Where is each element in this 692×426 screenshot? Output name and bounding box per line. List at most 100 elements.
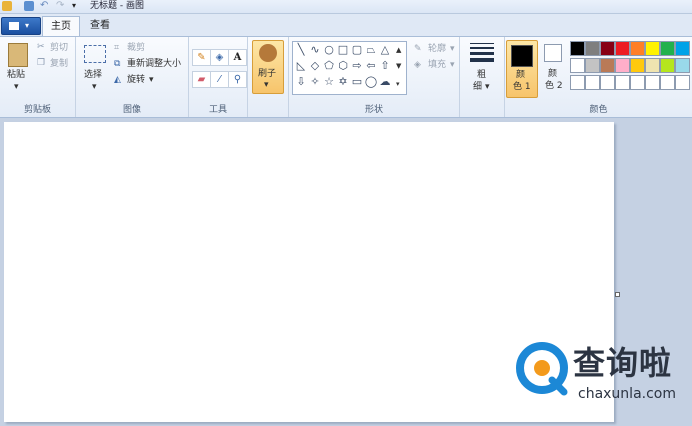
clipboard-group: 粘贴 ▾ ✂ 剪切 ❐ 复制 剪贴板 [0,37,76,117]
callout-oval-shape-icon[interactable]: ◯ [364,76,378,88]
tools-group: ✎ ◈ A ▰ ⁄ ⚲ 工具 [189,37,248,117]
tab-home[interactable]: 主页 [42,16,80,36]
brushes-group: 刷子 ▾ [248,37,289,117]
brush-icon [259,44,277,62]
palette-swatch[interactable] [645,41,660,56]
chevron-down-icon[interactable]: ▾ [92,81,97,93]
palette-swatch[interactable] [570,58,585,73]
pencil-icon[interactable]: ✎ [192,49,211,66]
color2-label-b: 色 2 [545,81,563,91]
polygon-shape-icon[interactable]: ⏢ [364,44,378,56]
custom-color-slot[interactable] [630,75,645,90]
magnifier-icon[interactable]: ⚲ [228,71,247,88]
custom-color-slot[interactable] [660,75,675,90]
eraser-icon[interactable]: ▰ [192,71,211,88]
palette-swatch[interactable] [675,41,690,56]
palette-swatch[interactable] [585,58,600,73]
palette-swatch[interactable] [660,58,675,73]
custom-color-slot[interactable] [645,75,660,90]
palette-swatch[interactable] [585,41,600,56]
shapes-group-label: 形状 [364,105,383,115]
line-shape-icon[interactable]: ╲ [294,44,308,56]
chevron-down-icon[interactable]: ▾ [450,43,455,55]
outline-button[interactable]: 轮廓 [428,43,446,55]
curve-shape-icon[interactable]: ∿ [308,44,322,56]
palette-swatch[interactable] [615,58,630,73]
paste-icon[interactable] [8,43,28,67]
palette-swatch[interactable] [660,41,675,56]
left-arrow-shape-icon[interactable]: ⇦ [364,60,378,72]
right-arrow-shape-icon[interactable]: ⇨ [350,60,364,72]
size-label-2[interactable]: 细 [473,81,482,93]
color1-button[interactable]: 颜 色 1 [506,40,538,98]
chevron-down-icon[interactable]: ▾ [149,74,154,86]
redo-icon[interactable]: ↷ [56,1,66,11]
five-point-star-shape-icon[interactable]: ☆ [322,76,336,88]
tab-view[interactable]: 查看 [82,16,118,35]
triangle-shape-icon[interactable]: △ [378,44,392,56]
palette-swatch[interactable] [630,41,645,56]
up-arrow-shape-icon[interactable]: ⇧ [378,60,392,72]
customize-quick-access-icon[interactable]: ▾ [72,1,82,11]
custom-color-slot[interactable] [600,75,615,90]
hexagon-shape-icon[interactable]: ⬡ [336,60,350,72]
cut-button[interactable]: 剪切 [50,42,68,54]
chevron-down-icon[interactable]: ▾ [14,81,19,93]
rectangle-shape-icon[interactable]: □ [336,44,350,56]
brushes-button[interactable]: 刷子 ▾ [252,40,284,94]
rotate-button[interactable]: 旋转 [127,74,145,86]
color-picker-icon[interactable]: ⁄ [210,71,229,88]
resize-button[interactable]: 重新调整大小 [127,58,181,70]
resize-handle-right[interactable] [615,292,620,297]
palette-swatch[interactable] [600,58,615,73]
palette-swatch[interactable] [675,58,690,73]
callout-cloud-shape-icon[interactable]: ☁ [378,76,392,88]
custom-color-slot[interactable] [570,75,585,90]
right-triangle-shape-icon[interactable]: ◺ [294,60,308,72]
expand-gallery-icon[interactable]: ▾ [396,78,400,90]
undo-icon[interactable]: ↶ [40,1,50,11]
custom-color-slot[interactable] [585,75,600,90]
chevron-down-icon[interactable]: ▾ [485,81,490,93]
chevron-down-icon[interactable]: ▾ [450,59,455,71]
oval-shape-icon[interactable]: ○ [322,44,336,56]
copy-button[interactable]: 复制 [50,58,68,70]
paste-button[interactable]: 粘贴 [7,69,25,81]
fill-bucket-icon[interactable]: ◈ [210,49,229,66]
title-bar: ↶ ↷ ▾ 无标题 - 画图 [0,0,692,14]
clipboard-group-label: 剪贴板 [23,105,51,115]
text-tool-icon[interactable]: A [228,49,247,66]
colors-group-label: 颜色 [589,105,608,115]
palette-swatch[interactable] [600,41,615,56]
file-menu-button[interactable]: ▾ [1,17,41,35]
tools-group-label: 工具 [208,105,227,115]
color2-button[interactable]: 颜 色 2 [540,40,568,96]
palette-swatch[interactable] [630,58,645,73]
diamond-shape-icon[interactable]: ◇ [308,60,322,72]
resize-icon: ⧉ [114,59,121,69]
color2-label-a: 颜 [548,69,558,79]
palette-swatch[interactable] [645,58,660,73]
scroll-down-icon[interactable]: ▼ [396,60,401,72]
color1-label-a: 颜 [516,70,526,80]
app-icon[interactable] [2,1,12,11]
pentagon-shape-icon[interactable]: ⬠ [322,60,336,72]
six-point-star-shape-icon[interactable]: ✡ [336,76,350,88]
rounded-rectangle-shape-icon[interactable]: ▢ [350,44,364,56]
fill-button[interactable]: 填充 [428,59,446,71]
down-arrow-shape-icon[interactable]: ⇩ [294,76,308,88]
crop-button[interactable]: 裁剪 [127,42,145,54]
palette-swatch[interactable] [570,41,585,56]
size-icon[interactable] [470,43,494,62]
watermark-url: chaxunla.com [578,386,676,402]
custom-color-slot[interactable] [675,75,690,90]
custom-color-slot[interactable] [615,75,630,90]
save-icon[interactable] [24,1,34,11]
select-icon[interactable] [84,45,106,63]
palette-swatch[interactable] [615,41,630,56]
select-button[interactable]: 选择 [84,69,102,81]
scroll-up-icon[interactable]: ▲ [396,44,401,56]
callout-rectangle-shape-icon[interactable]: ▭ [350,76,364,88]
size-label-1[interactable]: 粗 [477,69,486,81]
four-point-star-shape-icon[interactable]: ✧ [308,76,322,88]
